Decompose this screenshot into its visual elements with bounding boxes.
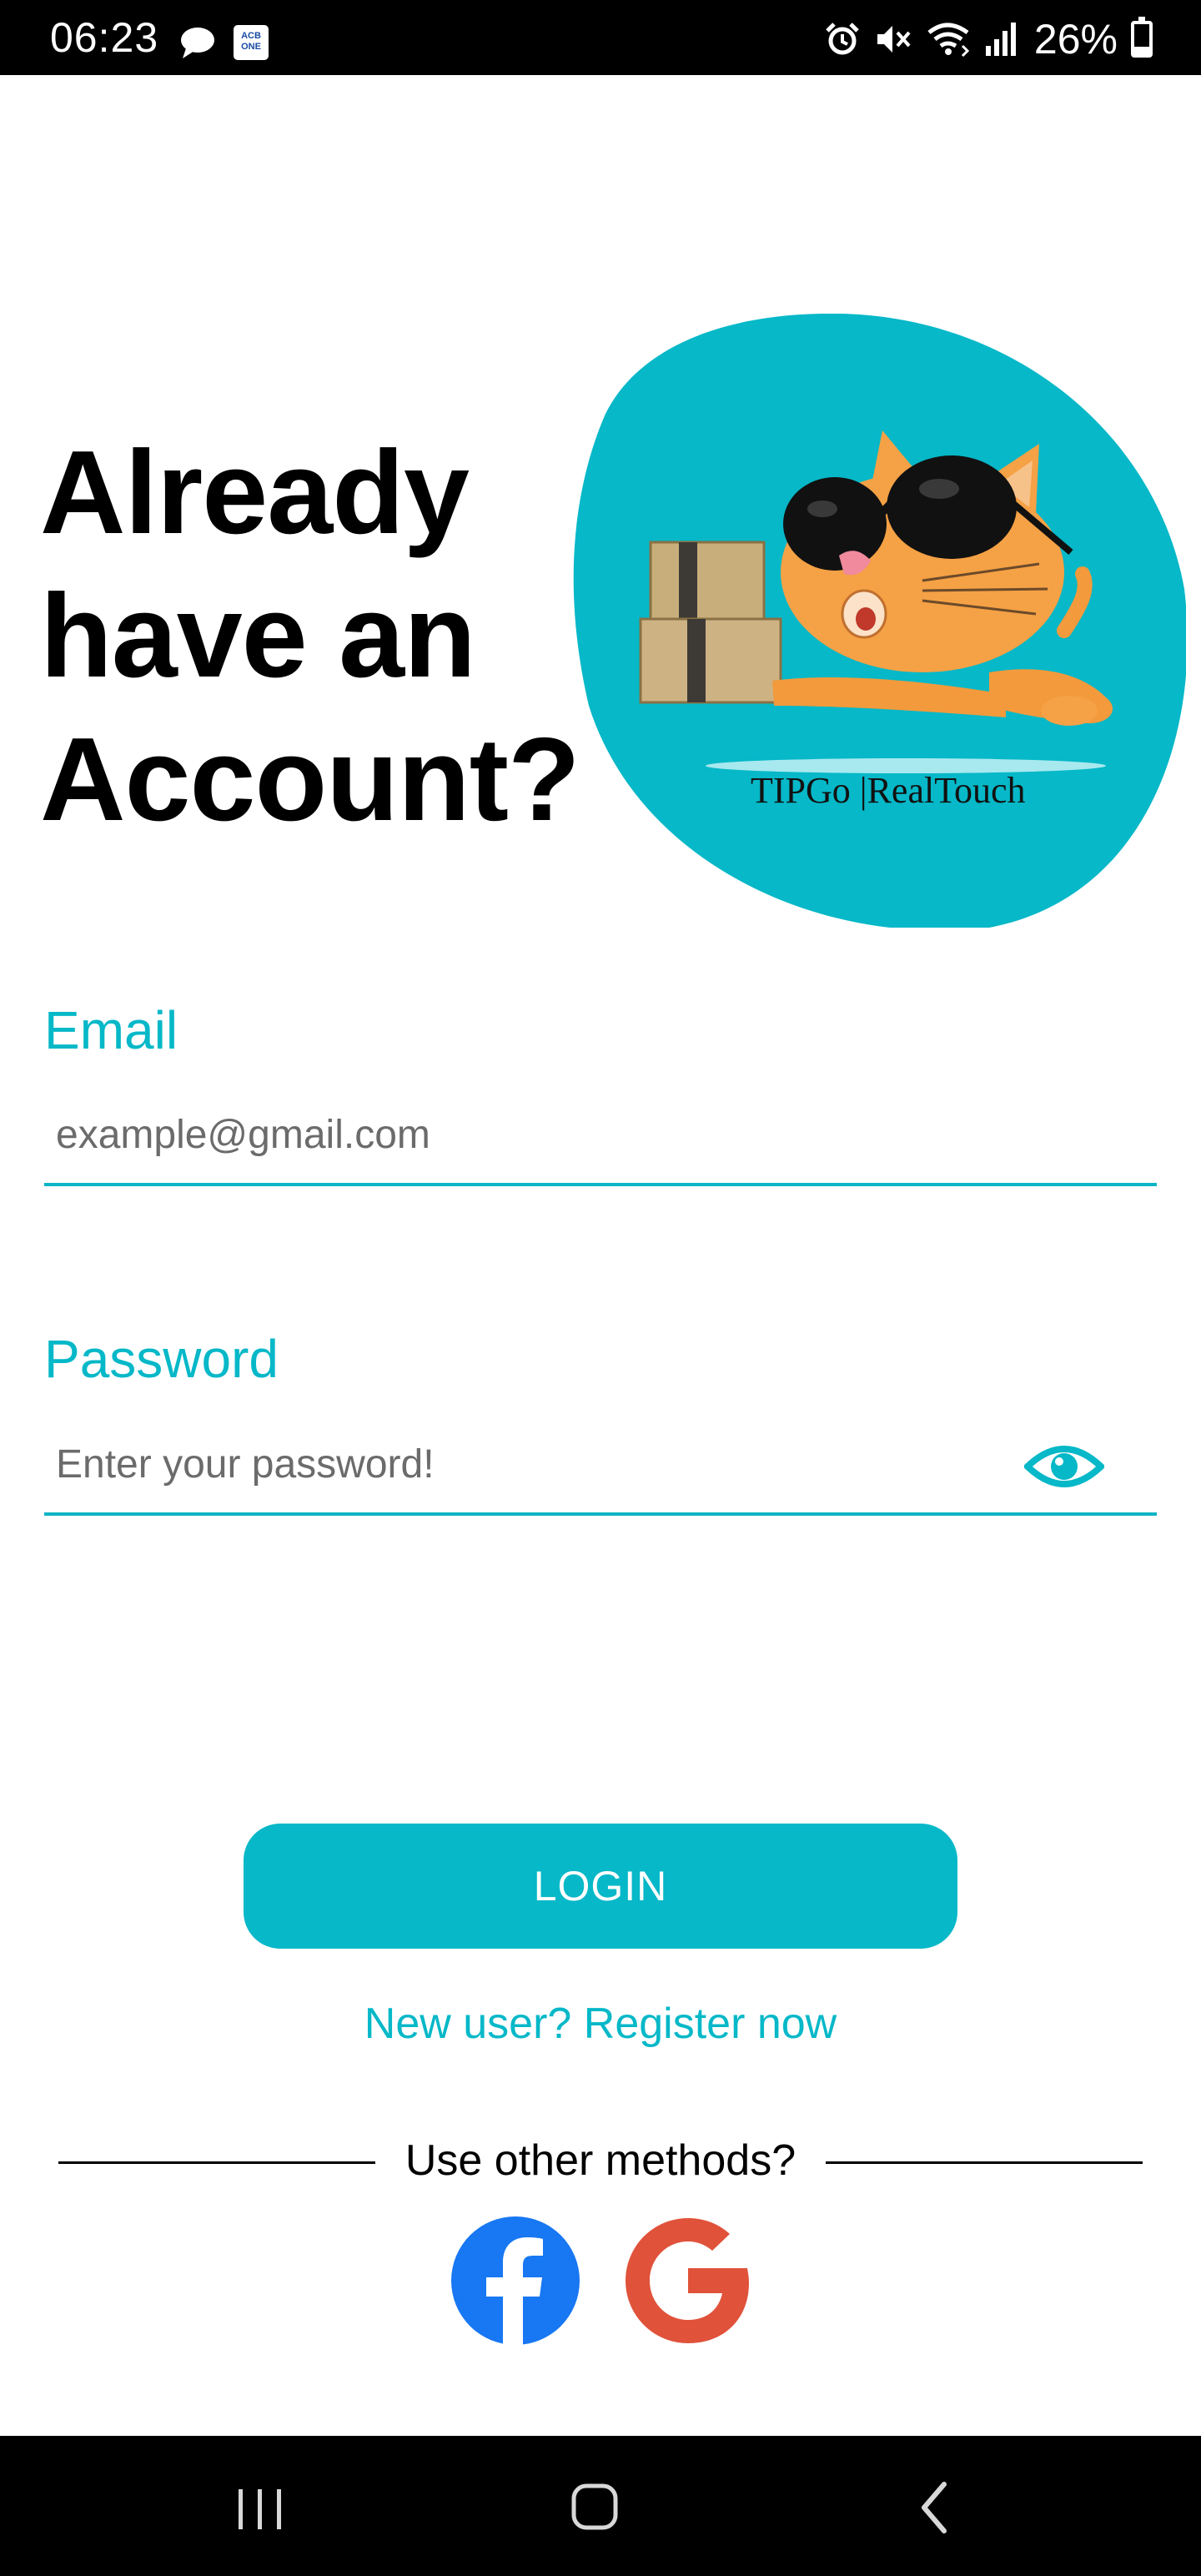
battery-percent: 26% (1033, 16, 1118, 63)
status-icons: 26% (824, 17, 1153, 62)
parcel-boxes-icon (639, 541, 782, 704)
home-icon[interactable] (512, 2436, 679, 2576)
status-bar: 06:23 ACB ONE 26% (0, 0, 1201, 75)
mascot-illustration (573, 314, 1186, 928)
title-line: have an (40, 570, 476, 702)
password-field[interactable] (44, 1416, 1157, 1516)
battery-level (1134, 46, 1149, 54)
facebook-icon[interactable] (451, 2216, 580, 2345)
eye-icon[interactable] (1024, 1436, 1104, 1497)
google-icon[interactable] (624, 2216, 752, 2345)
battery-icon (1131, 17, 1153, 58)
status-time: 06:23 (50, 14, 159, 61)
email-label: Email (44, 1000, 178, 1060)
signal-icon (985, 23, 1016, 56)
chat-bubble-icon (181, 28, 214, 58)
brand-text: TIPGo |RealTouch (751, 770, 1026, 811)
back-icon[interactable] (851, 2436, 1018, 2576)
other-methods-label: Use other methods? (405, 2136, 796, 2185)
title-line: Already (40, 426, 470, 559)
login-button[interactable]: LOGIN (244, 1824, 957, 1949)
wifi-icon (927, 23, 970, 58)
email-field[interactable] (44, 1086, 1157, 1186)
navigation-bar (0, 2436, 1201, 2576)
alarm-icon (826, 23, 859, 55)
register-link[interactable]: New user? Register now (0, 1999, 1201, 2049)
mute-icon (877, 26, 911, 53)
password-label: Password (44, 1329, 279, 1389)
divider-line-right (826, 2161, 1143, 2164)
recent-apps-icon[interactable] (177, 2436, 344, 2576)
page-title: Already have an Account? (40, 421, 590, 852)
title-line: Account? (40, 713, 580, 846)
acb-app-icon: ACB ONE (234, 25, 269, 60)
